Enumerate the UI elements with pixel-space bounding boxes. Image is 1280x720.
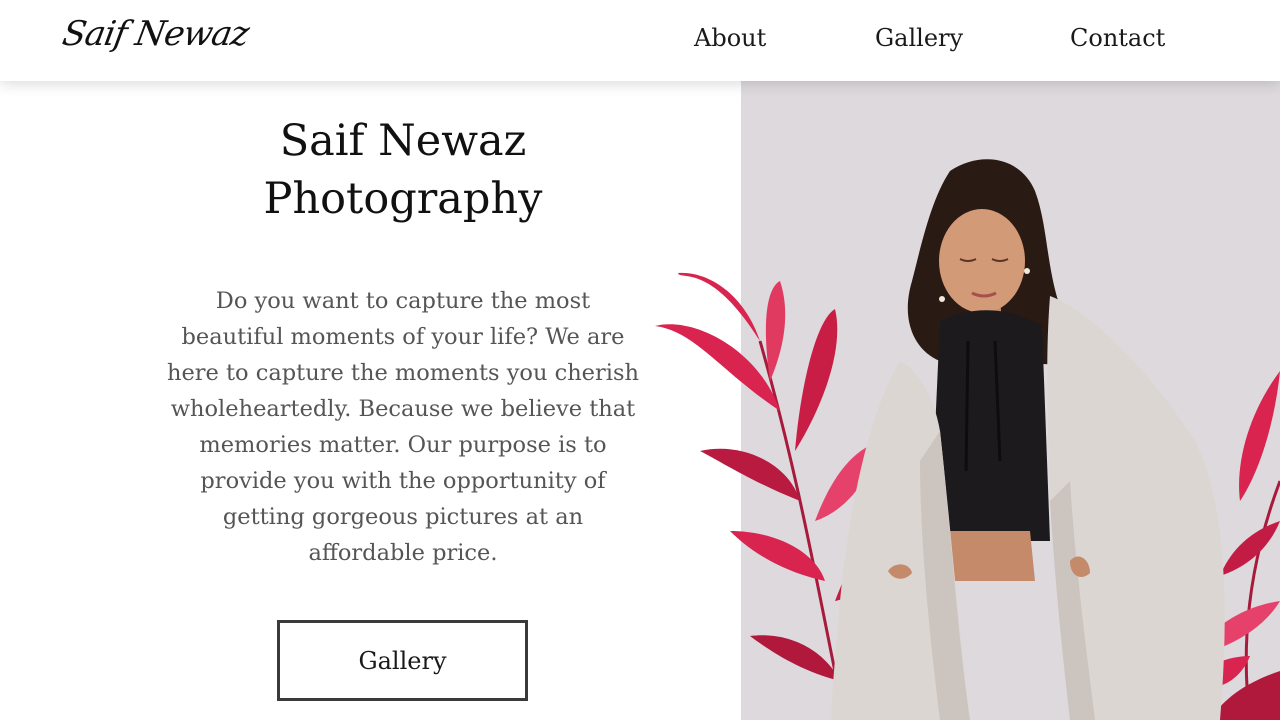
nav-link-gallery[interactable]: Gallery (875, 24, 963, 52)
logo[interactable]: Saif Newaz (59, 14, 251, 54)
hero-description: Do you want to capture the most beautifu… (166, 288, 639, 566)
hero-title: Saif Newaz Photography (180, 112, 626, 228)
hoodie (930, 310, 1050, 541)
nav-link-about[interactable]: About (694, 24, 766, 52)
gallery-button[interactable]: Gallery (277, 620, 528, 701)
portrait-illustration (655, 81, 1280, 720)
hero-title-line1: Saif Newaz (279, 116, 527, 166)
hero-photo (650, 81, 1280, 720)
navbar: Saif Newaz About Gallery Contact (0, 0, 1280, 81)
nav-link-contact[interactable]: Contact (1070, 24, 1165, 52)
hero-title-line2: Photography (263, 174, 543, 224)
